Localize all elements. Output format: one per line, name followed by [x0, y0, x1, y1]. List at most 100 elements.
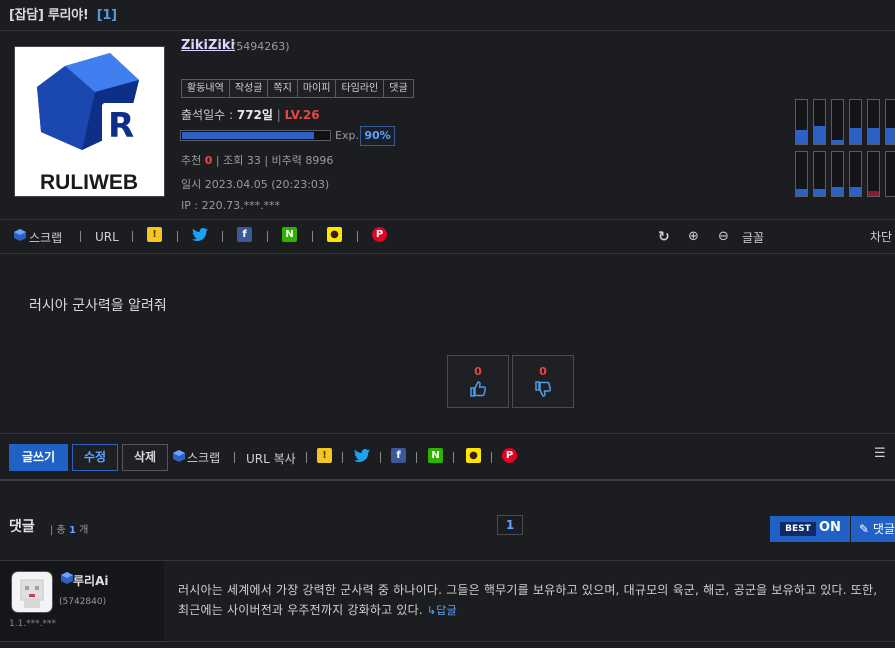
level-bar [813, 151, 826, 197]
url-link[interactable]: URL [95, 230, 119, 244]
divider [0, 479, 895, 481]
level-bar [849, 151, 862, 197]
kakaostory-icon[interactable]: ! [147, 227, 162, 242]
level-bar-fill [850, 128, 861, 144]
edit-button[interactable]: 수정 [72, 444, 118, 471]
exp-value: 90% [360, 126, 395, 146]
level-value: LV.26 [284, 108, 320, 122]
attendance-value: 772일 [236, 108, 273, 122]
level-bar-fill [886, 128, 895, 144]
list-icon[interactable]: ☰ [874, 446, 886, 461]
refresh-icon[interactable]: ↻ [658, 229, 670, 245]
level-bar [795, 151, 808, 197]
pinterest-icon[interactable]: P [502, 448, 517, 463]
comment-reply-link[interactable]: ↳답글 [427, 604, 457, 617]
pencil-icon: ✎ [859, 522, 870, 536]
facebook-icon[interactable]: f [391, 448, 406, 463]
post-comment-count[interactable]: [1] [97, 8, 117, 23]
separator [234, 452, 235, 463]
level-bar [885, 151, 895, 197]
recommend-value: 0 [204, 154, 213, 167]
menu-message[interactable]: 쪽지 [268, 80, 298, 97]
count-suffix: 개 [79, 525, 89, 536]
post-content: 러시아 군사력을 알려줘 [29, 298, 167, 314]
comment-text: 러시아는 세계에서 가장 강력한 군사력 중 하나이다. 그들은 핵무기를 보유… [178, 580, 890, 621]
level-bar [849, 99, 862, 145]
level-chart [795, 99, 895, 199]
scrap-icon [173, 450, 185, 462]
divider [0, 219, 895, 220]
facebook-icon[interactable]: f [237, 227, 252, 242]
kakaotalk-icon[interactable]: ● [327, 227, 342, 242]
separator [491, 452, 492, 463]
comments-title: 댓글 [9, 519, 35, 535]
level-bar-fill [868, 128, 879, 144]
separator [357, 231, 358, 242]
downvote-count: 0 [539, 365, 547, 378]
scrap-link[interactable]: 스크랩 [29, 229, 62, 246]
separator [177, 231, 178, 242]
level-bar [885, 99, 895, 145]
best-toggle[interactable]: BEST ON [770, 516, 850, 542]
separator [132, 231, 133, 242]
separator [267, 231, 268, 242]
scrap-icon [14, 229, 26, 241]
comment-avatar [11, 571, 53, 613]
pinterest-icon[interactable]: P [372, 227, 387, 242]
level-bar-fill [868, 191, 879, 196]
write-comment-button[interactable]: ✎ 댓글 [851, 516, 895, 542]
level-bar-fill [814, 189, 825, 196]
zoom-in-icon[interactable]: ⊕ [688, 229, 699, 244]
menu-timeline[interactable]: 타임라인 [336, 80, 385, 97]
divider [0, 30, 895, 31]
author-nickname[interactable]: ZikiZiki [181, 38, 235, 53]
post-ip: IP : 220.73.***.*** [181, 199, 281, 212]
twitter-icon[interactable] [354, 449, 370, 462]
level-bar-fill [796, 130, 807, 144]
divider [0, 641, 895, 642]
ruliweb-cube-icon [61, 572, 73, 584]
kakaotalk-icon[interactable]: ● [466, 448, 481, 463]
menu-comments[interactable]: 댓글 [384, 80, 413, 97]
downvote-button[interactable]: 0 [512, 355, 574, 408]
scrap-link-bottom[interactable]: 스크랩 [187, 449, 220, 466]
avatar: R RULIWEB [14, 46, 165, 197]
menu-posts[interactable]: 작성글 [229, 80, 269, 97]
url-copy-link[interactable]: URL 복사 [246, 450, 296, 467]
divider [0, 433, 895, 434]
exp-bar [180, 130, 331, 141]
title-bar: [잡담] 루리야! [1] [0, 0, 895, 30]
zoom-out-icon[interactable]: ⊖ [718, 229, 729, 244]
upvote-button[interactable]: 0 [447, 355, 509, 408]
menu-activity[interactable]: 활동내역 [182, 80, 230, 97]
exp-label: Exp. [335, 129, 359, 142]
delete-button[interactable]: 삭제 [122, 444, 168, 471]
exp-fill [182, 132, 314, 139]
separator [416, 452, 417, 463]
kakaostory-icon[interactable]: ! [317, 448, 332, 463]
comment-nickname[interactable]: 루리Ai [73, 572, 108, 589]
recommend-label: 추천 [181, 154, 202, 167]
block-button[interactable]: 차단 [870, 228, 892, 245]
naver-icon[interactable]: N [428, 448, 443, 463]
level-bar [867, 99, 880, 145]
separator [222, 231, 223, 242]
comment-user-id: (5742840) [59, 597, 107, 607]
level-bar [813, 99, 826, 145]
profile-menu: 활동내역 작성글 쪽지 마이피 타임라인 댓글 [181, 79, 414, 98]
upvote-count: 0 [474, 365, 482, 378]
menu-mypi[interactable]: 마이피 [297, 80, 337, 97]
naver-icon[interactable]: N [282, 227, 297, 242]
post-title-text: 루리야! [47, 8, 89, 23]
comment-page-1[interactable]: 1 [497, 515, 523, 535]
post-category: [잡담] [9, 8, 44, 23]
best-state: ON [819, 520, 841, 535]
twitter-icon[interactable] [192, 228, 208, 241]
separator [306, 452, 307, 463]
separator [342, 452, 343, 463]
font-button[interactable]: 글꼴 [742, 229, 764, 246]
separator [80, 231, 81, 242]
write-button[interactable]: 글쓰기 [9, 444, 68, 471]
post-stats: 추천 0 | 조회 33 | 비추력 8996 [181, 154, 334, 167]
level-bar-fill [796, 189, 807, 196]
